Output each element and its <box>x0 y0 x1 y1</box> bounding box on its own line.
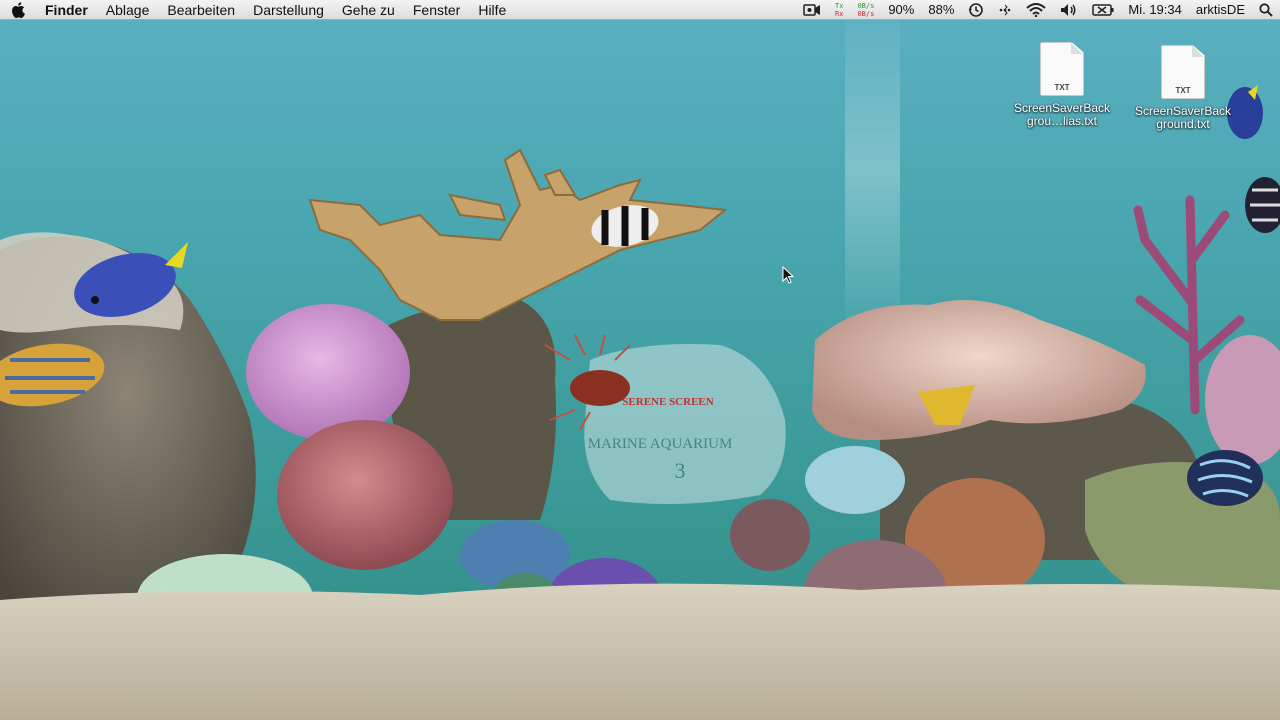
menu-hilfe[interactable]: Hilfe <box>469 0 515 20</box>
camera-icon[interactable] <box>796 3 828 16</box>
desktop-file-background[interactable]: TXT ScreenSaverBackground.txt <box>1128 45 1238 131</box>
bluetooth-icon[interactable] <box>991 3 1019 17</box>
desktop-file-alias[interactable]: TXT ScreenSaverBackgrou…lias.txt <box>1007 42 1117 128</box>
file-type-label: TXT <box>1175 86 1191 95</box>
battery-icon[interactable] <box>1085 3 1121 16</box>
menu-finder[interactable]: Finder <box>36 0 97 20</box>
wifi-icon[interactable] <box>1019 2 1053 17</box>
clam-shell <box>730 499 810 571</box>
menu-ablage[interactable]: Ablage <box>97 0 159 20</box>
cpu-percent[interactable]: 90% <box>881 0 921 20</box>
menu-fenster[interactable]: Fenster <box>404 0 469 20</box>
battery-percent[interactable]: 88% <box>921 0 961 20</box>
apple-icon[interactable] <box>0 1 36 18</box>
time-machine-icon[interactable] <box>961 2 991 18</box>
volume-icon[interactable] <box>1053 3 1085 17</box>
netmon-rx-label: Rx <box>835 9 844 18</box>
menu-bearbeiten[interactable]: Bearbeiten <box>158 0 244 20</box>
file-name-label: ScreenSaverBackground.txt <box>1134 104 1232 131</box>
logo-title: MARINE AQUARIUM <box>588 436 733 452</box>
menu-gehe-zu[interactable]: Gehe zu <box>333 0 404 20</box>
clock[interactable]: Mi. 19:34 <box>1121 0 1188 20</box>
file-name-label: ScreenSaverBackgrou…lias.txt <box>1013 101 1111 128</box>
network-monitor-icon[interactable]: Tx Rx <box>828 2 850 18</box>
txt-document-icon: TXT <box>1161 45 1205 99</box>
menu-darstellung[interactable]: Darstellung <box>244 0 333 20</box>
menu-bar: Finder Ablage Bearbeiten Darstellung Geh… <box>0 0 1280 20</box>
user-name[interactable]: arktisDE <box>1189 0 1252 20</box>
sand-bed <box>0 583 1280 720</box>
bubble-coral <box>246 304 410 440</box>
emperor-angelfish <box>1187 450 1263 506</box>
network-rates[interactable]: 0B/s 0B/s <box>850 2 881 18</box>
brain-coral <box>277 420 453 570</box>
spotlight-search-icon[interactable] <box>1252 2 1280 17</box>
logo-brand: SERENE SCREEN <box>622 396 713 408</box>
mouse-pointer-icon <box>782 265 795 289</box>
txt-document-icon: TXT <box>1040 42 1084 96</box>
blue-coral <box>805 446 905 514</box>
netmon-tx-label: Tx <box>835 1 844 10</box>
status-menus: Tx Rx 0B/s 0B/s 90% 88% Mi. 19:34 arktis… <box>796 0 1280 20</box>
netmon-tx-rate: 0B/s <box>857 1 875 10</box>
logo-version: 3 <box>675 458 686 483</box>
netmon-rx-rate: 0B/s <box>857 9 875 18</box>
file-type-label: TXT <box>1054 83 1070 92</box>
